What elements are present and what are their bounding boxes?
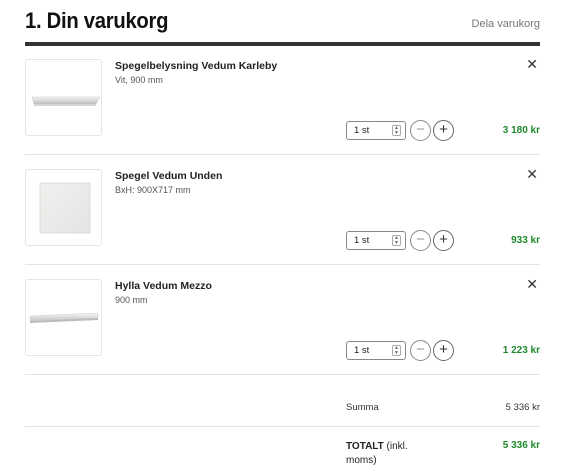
cart-header: 1. Din varukorg Dela varukorg (25, 0, 540, 46)
cart-item: Spegel Vedum Unden BxH: 900X717 mm ✕ 1 s… (25, 155, 540, 265)
quantity-select[interactable]: 1 st ▲ ▼ (346, 341, 406, 360)
product-description: Vit, 900 mm (115, 75, 163, 85)
product-image[interactable] (25, 279, 102, 356)
spinner-arrows-icon: ▲ ▼ (392, 125, 401, 136)
product-name[interactable]: Spegel Vedum Unden (115, 170, 222, 182)
item-price: 1 223 kr (502, 345, 540, 356)
remove-item-button[interactable]: ✕ (526, 277, 538, 291)
increase-quantity-button[interactable]: + (433, 340, 454, 361)
increase-quantity-button[interactable]: + (433, 230, 454, 251)
page-title: 1. Din varukorg (25, 8, 169, 33)
summary-divider (25, 426, 540, 427)
decrease-quantity-button[interactable]: − (410, 340, 431, 361)
quantity-value: 1 st (354, 345, 370, 356)
total-label: TOTALT (inkl. moms) (346, 440, 426, 468)
product-description: 900 mm (115, 295, 148, 305)
quantity-select[interactable]: 1 st ▲ ▼ (346, 231, 406, 250)
product-image[interactable] (25, 169, 102, 246)
increase-quantity-button[interactable]: + (433, 120, 454, 141)
remove-item-button[interactable]: ✕ (526, 167, 538, 181)
item-price: 933 kr (511, 235, 540, 246)
subtotal-row: Summa 5 336 kr (25, 402, 540, 416)
remove-item-button[interactable]: ✕ (526, 57, 538, 71)
total-value: 5 336 kr (502, 440, 540, 451)
total-row: TOTALT (inkl. moms) 5 336 kr (25, 440, 540, 470)
quantity-value: 1 st (354, 125, 370, 136)
product-image[interactable] (25, 59, 102, 136)
share-cart-link[interactable]: Dela varukorg (472, 18, 540, 30)
cart-item: Hylla Vedum Mezzo 900 mm ✕ 1 st ▲ ▼ − + 1… (25, 265, 540, 375)
cart-item: Spegelbelysning Vedum Karleby Vit, 900 m… (25, 45, 540, 155)
spinner-arrows-icon: ▲ ▼ (392, 235, 401, 246)
decrease-quantity-button[interactable]: − (410, 230, 431, 251)
product-name[interactable]: Spegelbelysning Vedum Karleby (115, 60, 277, 72)
spinner-arrows-icon: ▲ ▼ (392, 345, 401, 356)
subtotal-label: Summa (346, 402, 379, 413)
quantity-value: 1 st (354, 235, 370, 246)
light-bar-product-image (31, 96, 101, 106)
shelf-product-image (29, 312, 99, 323)
mirror-product-image (39, 182, 91, 234)
product-name[interactable]: Hylla Vedum Mezzo (115, 280, 212, 292)
subtotal-value: 5 336 kr (505, 402, 540, 413)
item-price: 3 180 kr (502, 125, 540, 136)
decrease-quantity-button[interactable]: − (410, 120, 431, 141)
quantity-select[interactable]: 1 st ▲ ▼ (346, 121, 406, 140)
total-label-bold: TOTALT (346, 441, 384, 452)
product-description: BxH: 900X717 mm (115, 185, 191, 195)
